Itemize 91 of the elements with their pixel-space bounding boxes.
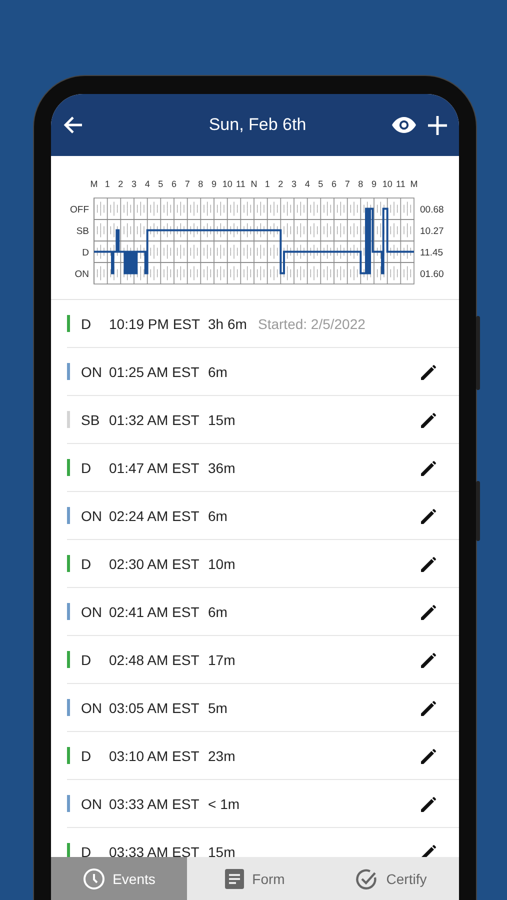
hour-label: 8 [358,179,364,189]
event-status: D [80,844,92,857]
event-time: 01:32 AM EST [109,412,200,428]
event-duration: < 1m [208,796,241,812]
event-duration: 10m [208,556,236,572]
hour-label: M [410,179,418,189]
back-button[interactable] [61,114,85,136]
hour-label: 3 [132,179,136,189]
hour-label: 1 [104,179,110,189]
event-status: D [80,748,92,764]
event-duration: 17m [208,652,236,668]
event-row[interactable]: D 03:10 AM EST 23m [67,732,459,780]
status-label: OFF [70,204,89,216]
event-duration: 6m [208,364,228,380]
view-button[interactable] [390,115,418,135]
event-time: 02:24 AM EST [109,508,200,524]
status-total: 01.60 [420,268,444,280]
event-row[interactable]: ON 03:05 AM EST 5m [67,684,459,732]
hour-label: 6 [172,179,176,189]
hour-label: 7 [184,179,190,189]
plus-icon [428,116,447,134]
event-row[interactable]: D 10:19 PM EST 3h 6m Started: 2/5/2022 [67,300,459,348]
event-duration: 23m [208,748,236,764]
event-status: ON [80,700,103,716]
back-arrow-icon [63,116,83,134]
clock-icon [82,868,105,890]
status-label: SB [76,226,89,237]
status-total: 11.45 [420,247,444,258]
event-status: ON [80,796,103,812]
event-time: 03:33 AM EST [109,844,200,857]
hour-label: 4 [304,179,310,189]
event-row[interactable]: ON 02:41 AM EST 6m [67,588,459,636]
event-status: ON [80,604,103,620]
hour-label: M [90,179,98,189]
hour-label: 2 [118,179,124,189]
add-button[interactable] [426,114,449,136]
event-time: 03:33 AM EST [109,796,200,812]
event-time: 03:05 AM EST [109,700,200,716]
event-status: SB [80,412,101,428]
eye-icon [392,117,416,133]
hour-label: 2 [278,179,284,189]
hour-label: 3 [292,179,296,189]
event-duration: 3h 6m [208,316,248,332]
hour-label: 6 [332,179,336,189]
event-status: ON [80,508,103,524]
check-circle-icon [355,868,378,890]
status-label: ON [74,268,89,280]
event-duration: 6m [208,604,228,620]
hour-label: N [250,179,258,189]
hour-label: 11 [396,179,406,189]
status-label: D [82,247,89,258]
event-row[interactable]: ON 02:24 AM EST 6m [67,492,459,540]
event-time: 02:30 AM EST [109,556,200,572]
event-time: 10:19 PM EST [109,316,202,332]
event-status: D [80,316,92,332]
event-row[interactable]: D 02:30 AM EST 10m [67,540,459,588]
hour-label: 9 [212,179,216,189]
event-status: ON [80,364,103,380]
event-duration: 15m [208,844,236,857]
hour-label: 8 [198,179,204,189]
event-row[interactable]: D 01:47 AM EST 36m [67,444,459,492]
hour-label: 11 [236,179,246,189]
status-total: 00.68 [420,204,444,216]
event-status: D [80,652,92,668]
event-time: 01:47 AM EST [109,460,200,476]
header-title: Sun, Feb 6th [208,115,308,135]
hour-label: 10 [382,179,392,189]
event-note: Started: 2/5/2022 [258,316,366,332]
event-duration: 15m [208,412,236,428]
event-row[interactable]: D 02:48 AM EST 17m [67,636,459,684]
event-time: 03:10 AM EST [109,748,200,764]
event-row[interactable]: ON 03:33 AM EST < 1m [67,780,459,828]
status-total: 10.27 [420,226,444,237]
hour-label: 7 [344,179,350,189]
event-row[interactable]: ON 01:25 AM EST 6m [67,348,459,396]
event-status: D [80,556,92,572]
event-time: 02:48 AM EST [109,652,200,668]
hour-label: 10 [222,179,232,189]
hour-label: 1 [264,179,270,189]
event-row[interactable]: SB 01:32 AM EST 15m [67,396,459,444]
event-time: 01:25 AM EST [109,364,200,380]
document-icon [225,869,244,889]
hour-label: 5 [158,179,164,189]
event-duration: 6m [208,508,228,524]
hour-label: 5 [318,179,324,189]
event-time: 02:41 AM EST [109,604,200,620]
event-duration: 5m [208,700,228,716]
hour-label: 9 [372,179,376,189]
hour-label: 4 [144,179,150,189]
event-duration: 36m [208,460,236,476]
event-status: D [80,460,92,476]
